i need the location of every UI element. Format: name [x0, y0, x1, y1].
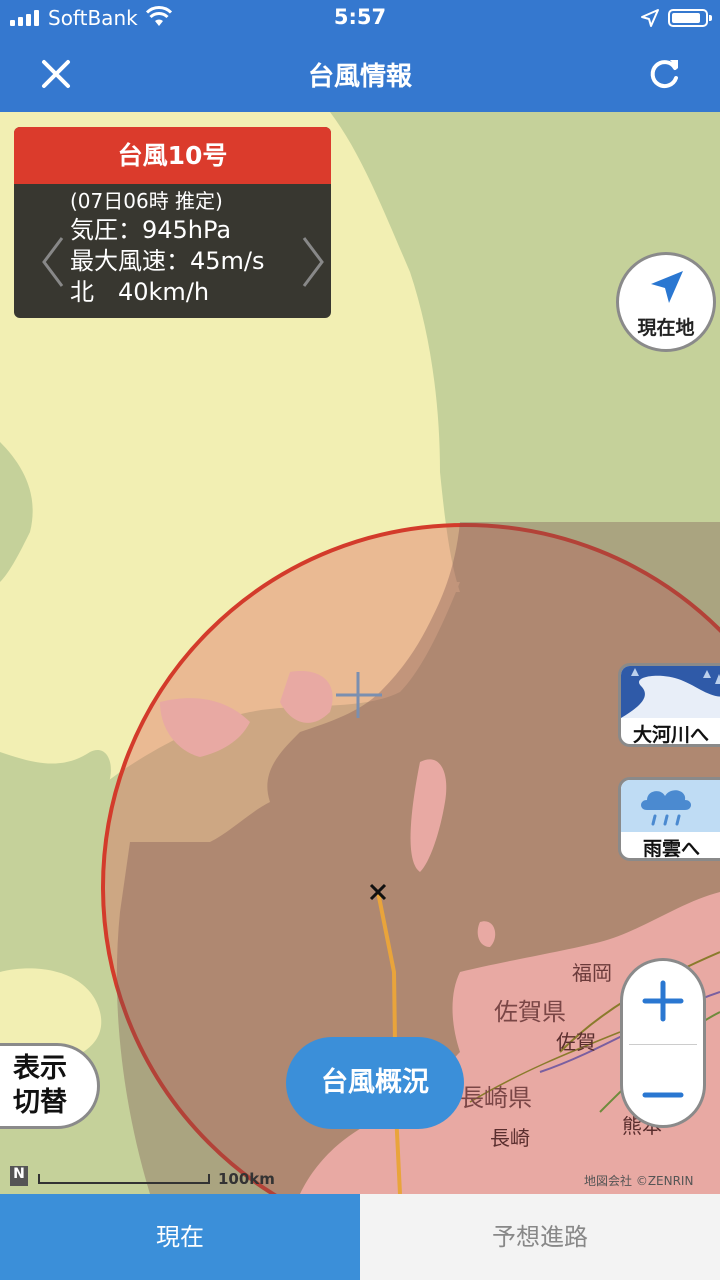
typhoon-movement: 北 40km/h: [70, 278, 210, 306]
bottom-tabs: 現在 予想進路: [0, 1194, 720, 1280]
chevron-right-icon[interactable]: [298, 232, 328, 292]
map-label-saga-pref: 佐賀県: [494, 998, 566, 1026]
big-rivers-button[interactable]: 大河川へ: [618, 663, 720, 747]
tab-current[interactable]: 現在: [0, 1194, 360, 1280]
chevron-left-icon[interactable]: [38, 232, 68, 292]
big-rivers-label: 大河川へ: [633, 724, 710, 746]
north-icon: N: [10, 1166, 28, 1186]
status-bar: SoftBank 5:57: [0, 0, 720, 36]
typhoon-pressure: 気圧：945hPa: [70, 216, 232, 244]
map-label-nagasaki-pref: 長崎県: [460, 1084, 532, 1112]
river-thumbnail-icon: [621, 666, 720, 718]
display-toggle-line2: 切替: [13, 1087, 67, 1118]
typhoon-overview-button[interactable]: 台風概況: [286, 1037, 464, 1129]
typhoon-name: 台風10号: [14, 127, 331, 184]
location-arrow-icon: [641, 9, 659, 27]
typhoon-info-card: 台風10号 (07日06時 推定) 気圧：945hPa 最大風速：45m/s 北…: [14, 127, 331, 318]
typhoon-time: (07日06時 推定): [70, 189, 223, 213]
nav-bar: 台風情報: [0, 36, 720, 112]
current-location-button[interactable]: 現在地: [616, 252, 716, 352]
zoom-out-button[interactable]: [623, 1047, 703, 1127]
navigation-arrow-icon: [651, 271, 683, 303]
refresh-icon[interactable]: [642, 52, 686, 96]
page-title: 台風情報: [307, 62, 412, 92]
battery-icon: [668, 9, 712, 27]
tab-forecast-path[interactable]: 予想進路: [360, 1194, 720, 1280]
map-scale: N 100km: [10, 1164, 310, 1192]
scale-label: 100km: [218, 1170, 275, 1188]
display-toggle-button[interactable]: 表示 切替: [0, 1043, 100, 1129]
zoom-divider: [629, 1044, 697, 1045]
rain-clouds-button[interactable]: 雨雲へ: [618, 777, 720, 861]
rain-cloud-icon: [621, 780, 720, 832]
typhoon-max-wind: 最大風速：45m/s: [70, 247, 265, 275]
status-time: 5:57: [333, 5, 387, 29]
map-label-nagasaki: 長崎: [490, 1126, 530, 1150]
map-label-saga: 佐賀: [556, 1030, 596, 1054]
zoom-in-button[interactable]: [623, 961, 703, 1043]
current-location-label: 現在地: [637, 317, 695, 339]
display-toggle-line1: 表示: [13, 1053, 67, 1084]
rain-clouds-label: 雨雲へ: [643, 838, 701, 860]
map-label-fukuoka: 福岡: [572, 961, 612, 985]
zoom-control: [620, 958, 706, 1128]
scale-bar: [38, 1174, 210, 1184]
map-copyright: 地図会社 ©ZENRIN: [584, 1174, 694, 1188]
